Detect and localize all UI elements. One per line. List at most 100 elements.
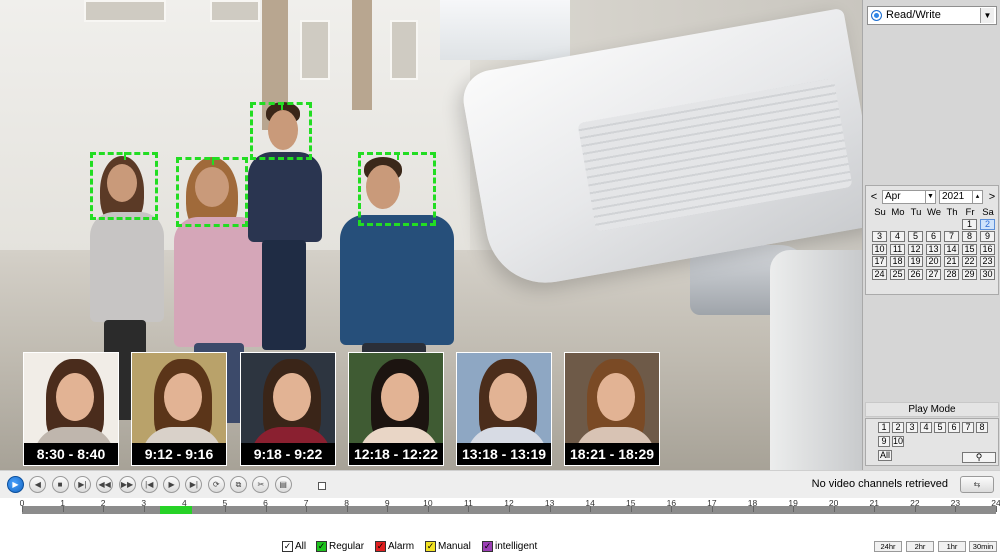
channel-button[interactable]: 9 bbox=[878, 436, 890, 447]
face-thumbnail[interactable]: 13:18 - 13:19 bbox=[456, 352, 552, 466]
calendar-day[interactable]: 28 bbox=[944, 268, 959, 280]
calendar-day[interactable]: 15 bbox=[962, 243, 977, 255]
calendar-day[interactable]: 18 bbox=[890, 256, 905, 268]
hour-tick bbox=[996, 506, 997, 512]
read-write-select[interactable]: Read/Write ▼ bbox=[867, 6, 997, 25]
calendar-day[interactable]: 11 bbox=[890, 243, 905, 255]
calendar-day[interactable]: 26 bbox=[908, 268, 923, 280]
calendar-day[interactable]: 1 bbox=[962, 219, 977, 230]
channel-button[interactable]: 8 bbox=[976, 422, 988, 433]
face-thumbnail[interactable]: 9:18 - 9:22 bbox=[240, 352, 336, 466]
hour-tick bbox=[306, 506, 308, 512]
channel-button[interactable]: 5 bbox=[934, 422, 946, 433]
channel-button[interactable]: 3 bbox=[906, 422, 918, 433]
dropdown-arrow-icon[interactable]: ▼ bbox=[980, 8, 994, 23]
radio-selected-icon[interactable] bbox=[871, 10, 882, 21]
calendar-day[interactable]: 13 bbox=[926, 243, 941, 255]
sync-button[interactable]: ⟳ bbox=[207, 476, 225, 493]
stop-button[interactable]: ■ bbox=[51, 476, 69, 493]
calendar-day[interactable]: 8 bbox=[962, 231, 977, 243]
checkmark-icon: ✓ bbox=[316, 541, 327, 552]
calendar-day[interactable]: 25 bbox=[890, 268, 905, 280]
calendar-day[interactable]: 16 bbox=[980, 243, 995, 255]
channel-button[interactable]: 2 bbox=[892, 422, 904, 433]
face-thumbnail[interactable]: 18:21 - 18:29 bbox=[564, 352, 660, 466]
playback-toolbar: ▶ ◀ ■ ▶| ◀◀ ▶▶ |◀ ▶ ▶| ⟳ ⧉ ✂ ▤ No video channels ret… bbox=[0, 470, 1000, 498]
slow-button[interactable]: ◀◀ bbox=[96, 476, 114, 493]
legend-bar: ✓ All ✓ Regular ✓ Alarm ✓ Manual ✓ intelligent 24h… bbox=[0, 538, 1000, 553]
month-select[interactable]: Apr ▼ bbox=[882, 190, 936, 204]
next-button[interactable]: ▶| bbox=[185, 476, 203, 493]
range-30min-button[interactable]: 30min bbox=[969, 541, 997, 552]
channel-button[interactable]: 4 bbox=[920, 422, 932, 433]
calendar-day[interactable]: 7 bbox=[944, 231, 959, 243]
previous-icon: |◀ bbox=[145, 480, 154, 489]
legend-label: Manual bbox=[438, 541, 471, 552]
face-detection-box bbox=[250, 102, 312, 160]
sync-button[interactable]: ⇆ bbox=[960, 476, 994, 493]
thumbnail-time: 18:21 - 18:29 bbox=[565, 443, 659, 465]
calendar-day[interactable]: 14 bbox=[944, 243, 959, 255]
face-thumbnail[interactable]: 8:30 - 8:40 bbox=[23, 352, 119, 466]
channel-button[interactable]: 10 bbox=[892, 436, 904, 447]
search-button[interactable]: ⚲ bbox=[962, 452, 996, 463]
hour-tick bbox=[955, 506, 957, 512]
calendar-day[interactable]: 4 bbox=[890, 231, 905, 243]
calendar-day[interactable]: 12 bbox=[908, 243, 923, 255]
next-month-button[interactable]: > bbox=[986, 190, 998, 204]
calendar-day[interactable]: 23 bbox=[980, 256, 995, 268]
window bbox=[390, 20, 418, 80]
channel-button[interactable]: 7 bbox=[962, 422, 974, 433]
calendar-day[interactable]: 22 bbox=[962, 256, 977, 268]
channel-button[interactable]: 6 bbox=[948, 422, 960, 433]
calendar-day[interactable]: 5 bbox=[908, 231, 923, 243]
calendar-day[interactable]: 2 bbox=[980, 219, 995, 230]
calendar-day[interactable]: 30 bbox=[980, 268, 995, 280]
step-forward-button[interactable]: ▶| bbox=[73, 476, 91, 493]
face-thumbnail[interactable]: 9:12 - 9:16 bbox=[131, 352, 227, 466]
rewind-button[interactable]: ◀ bbox=[29, 476, 47, 493]
calendar-day[interactable]: 27 bbox=[926, 268, 941, 280]
calendar-day[interactable]: 24 bbox=[872, 268, 887, 280]
legend-all-checkbox[interactable]: ✓ All bbox=[282, 541, 306, 552]
hour-tick bbox=[387, 506, 389, 512]
recording-segment[interactable] bbox=[159, 506, 193, 514]
calendar-day[interactable]: 29 bbox=[962, 268, 977, 280]
all-channels-button[interactable]: All bbox=[878, 450, 892, 461]
calendar-day[interactable]: 6 bbox=[926, 231, 941, 243]
legend-alarm-checkbox[interactable]: ✓ Alarm bbox=[375, 541, 414, 552]
legend-manual-checkbox[interactable]: ✓ Manual bbox=[425, 541, 471, 552]
scissors-button[interactable]: ✂ bbox=[252, 476, 270, 493]
clip-button[interactable]: ⧉ bbox=[230, 476, 247, 493]
calendar-day[interactable]: 9 bbox=[980, 231, 995, 243]
channel-button[interactable]: 1 bbox=[878, 422, 890, 433]
legend-regular-checkbox[interactable]: ✓ Regular bbox=[316, 541, 364, 552]
calendar-day[interactable]: 21 bbox=[944, 256, 959, 268]
play-button[interactable]: ▶ bbox=[7, 476, 24, 493]
stop-icon: ■ bbox=[57, 480, 63, 489]
dropdown-arrow-icon[interactable]: ▼ bbox=[925, 191, 935, 203]
hour-tick bbox=[62, 506, 64, 512]
calendar-day[interactable]: 10 bbox=[872, 243, 887, 255]
range-24hr-button[interactable]: 24hr bbox=[874, 541, 902, 552]
face-detection-box bbox=[358, 152, 436, 226]
range-2hr-button[interactable]: 2hr bbox=[906, 541, 934, 552]
face-thumbnail[interactable]: 12:18 - 12:22 bbox=[348, 352, 444, 466]
calendar-day[interactable]: 19 bbox=[908, 256, 923, 268]
legend-intelligent-checkbox[interactable]: ✓ intelligent bbox=[482, 541, 537, 552]
frame-button[interactable]: ▶ bbox=[163, 476, 181, 493]
fast-forward-button[interactable]: ▶▶ bbox=[118, 476, 136, 493]
timeline[interactable]: 0 1 2 3 4 5 6 7 8 9 10 11 12 13 14 15 16 17 18 19 20 21 22 23 24 bbox=[0, 498, 1000, 538]
range-1hr-button[interactable]: 1hr bbox=[938, 541, 966, 552]
prev-month-button[interactable]: < bbox=[868, 190, 880, 204]
spinner-arrow-icon[interactable]: ▴ bbox=[972, 191, 982, 203]
hour-tick bbox=[752, 506, 754, 512]
calendar-day[interactable]: 17 bbox=[872, 256, 887, 268]
calendar-day[interactable]: 20 bbox=[926, 256, 941, 268]
save-button[interactable]: ▤ bbox=[274, 476, 292, 493]
year-select[interactable]: 2021 ▴ bbox=[939, 190, 983, 204]
calendar-day[interactable]: 3 bbox=[872, 231, 887, 243]
previous-button[interactable]: |◀ bbox=[140, 476, 158, 493]
video-viewport[interactable]: 8:30 - 8:40 9:12 - 9:16 9:18 - 9:22 12:1… bbox=[0, 0, 862, 470]
select-checkbox[interactable] bbox=[318, 482, 326, 490]
